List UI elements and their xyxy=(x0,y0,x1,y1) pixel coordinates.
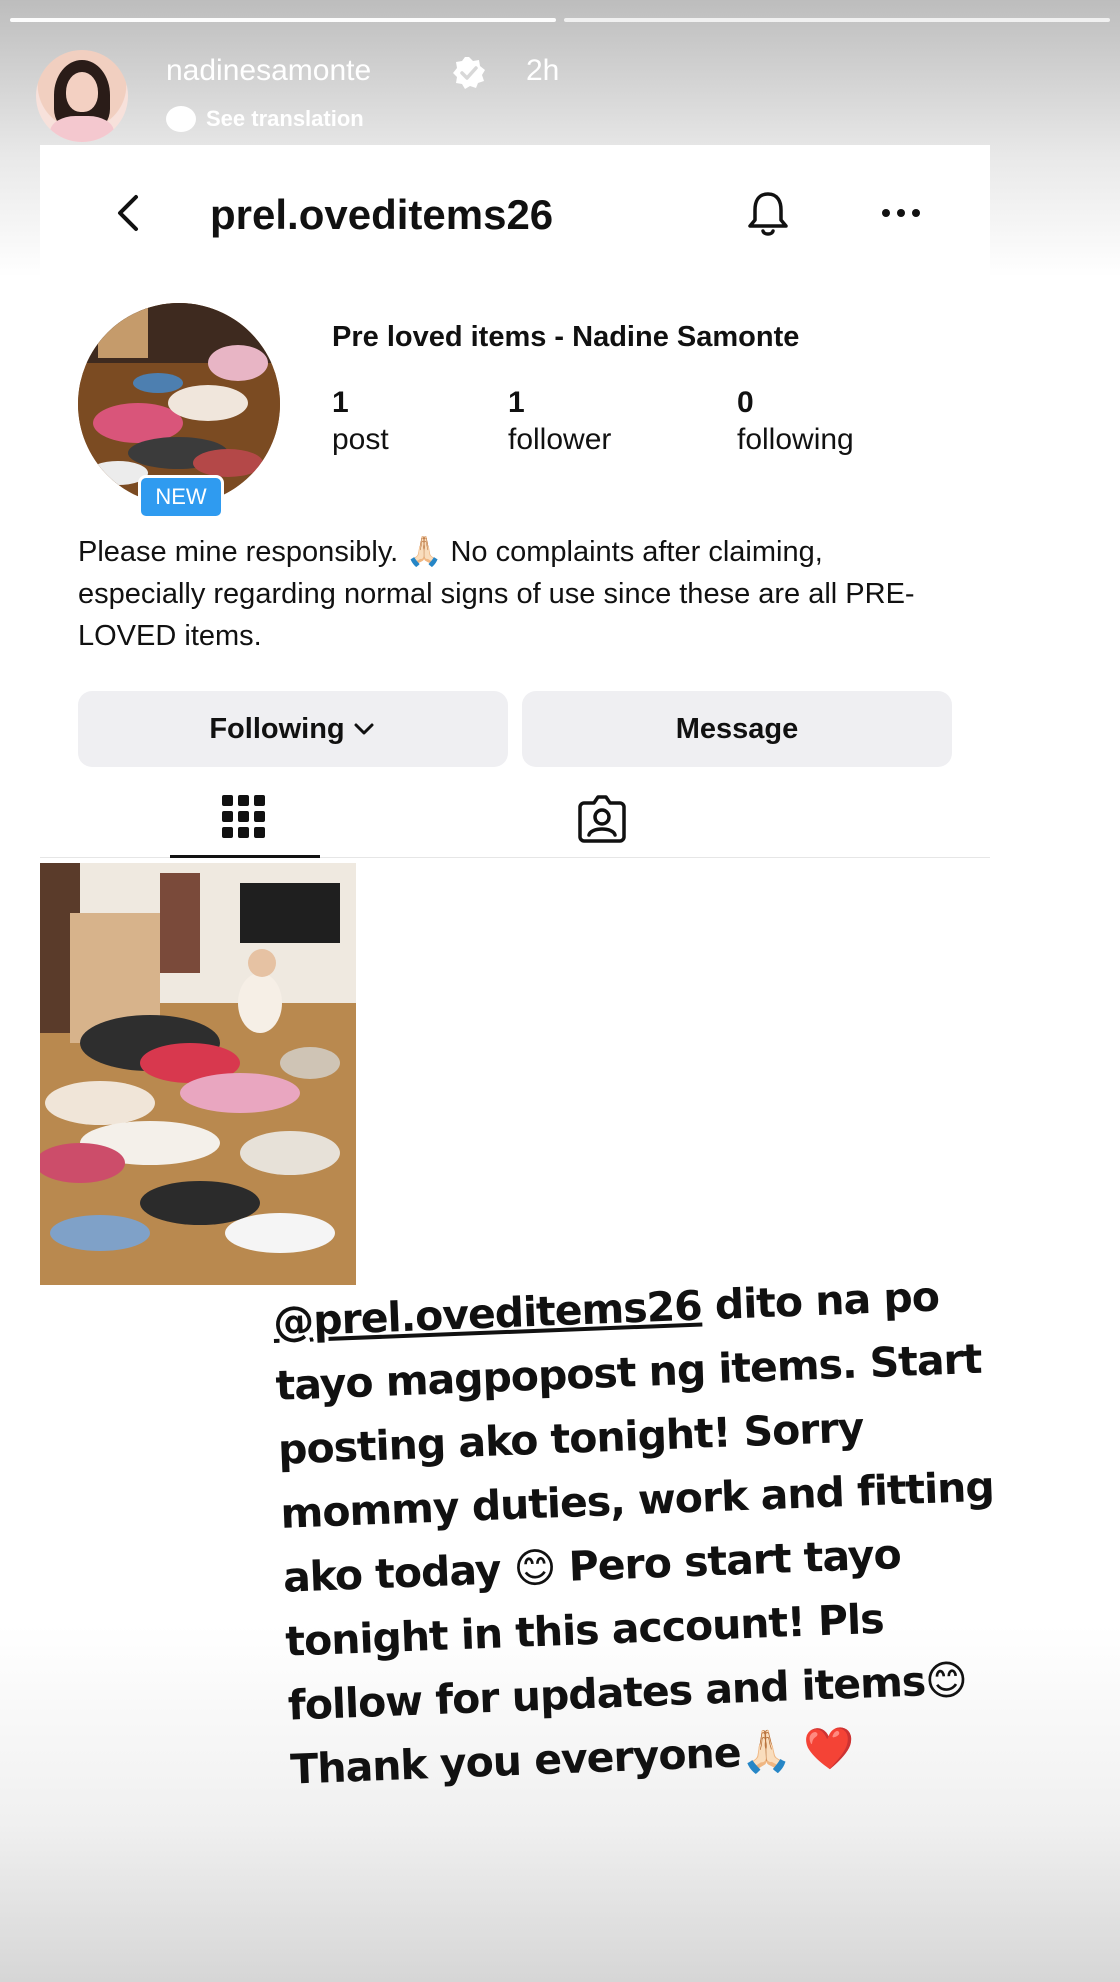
followers-label: follower xyxy=(508,423,612,456)
followers-number: 1 xyxy=(508,386,525,419)
story-progress-bar-1 xyxy=(10,18,556,22)
more-options-icon[interactable] xyxy=(878,207,924,219)
posts-label: post xyxy=(332,423,389,456)
story-view: nadinesamonte 2h See translation prel.ov… xyxy=(0,0,1120,1982)
profile-screenshot: prel.oveditems26 NEW Pre loved items - N… xyxy=(40,145,990,1375)
avatar-face xyxy=(66,72,98,112)
bell-icon[interactable] xyxy=(745,189,791,239)
profile-handle: prel.oveditems26 xyxy=(210,191,554,238)
tagged-person-icon[interactable] xyxy=(576,793,628,845)
profile-tabs xyxy=(40,785,990,858)
following-count[interactable]: 0 following xyxy=(737,385,854,459)
new-badge: NEW xyxy=(138,475,224,519)
tab-posts-grid[interactable] xyxy=(170,785,320,858)
profile-topbar: prel.oveditems26 xyxy=(40,145,990,265)
see-translation-label: See translation xyxy=(206,106,364,131)
story-username[interactable]: nadinesamonte xyxy=(166,54,371,88)
story-caption: @prel.oveditems26 dito na po tayo magpop… xyxy=(272,1262,1031,1802)
followers-count[interactable]: 1 follower xyxy=(508,385,611,459)
chevron-down-icon xyxy=(354,723,374,735)
following-button-label: Following xyxy=(209,712,345,745)
post-thumbnail[interactable] xyxy=(40,863,356,1285)
message-button[interactable]: Message xyxy=(522,691,952,767)
story-avatar[interactable] xyxy=(36,50,128,142)
story-progress-bar-2 xyxy=(564,18,1110,22)
grid-icon xyxy=(222,795,265,838)
following-label: following xyxy=(737,423,854,456)
caption-mention[interactable]: @prel.oveditems26 xyxy=(272,1282,702,1346)
profile-display-name: Pre loved items - Nadine Samonte xyxy=(332,321,800,353)
posts-count[interactable]: 1 post xyxy=(332,385,389,459)
back-arrow-icon[interactable] xyxy=(112,193,142,233)
following-number: 0 xyxy=(737,386,754,419)
translate-bubble-icon xyxy=(166,106,196,132)
verified-icon xyxy=(453,57,485,89)
story-header: nadinesamonte 2h See translation xyxy=(36,50,1076,150)
posts-number: 1 xyxy=(332,386,349,419)
story-time: 2h xyxy=(526,54,560,87)
message-button-label: Message xyxy=(675,712,799,745)
avatar-shirt xyxy=(50,116,114,142)
following-button[interactable]: Following xyxy=(78,691,508,767)
see-translation-button[interactable]: See translation xyxy=(166,106,364,132)
caption-text: dito na po tayo magpopost ng items. Star… xyxy=(274,1272,995,1794)
profile-bio: Please mine responsibly. 🙏🏻 No complaint… xyxy=(78,536,915,652)
post-image xyxy=(40,863,356,1285)
